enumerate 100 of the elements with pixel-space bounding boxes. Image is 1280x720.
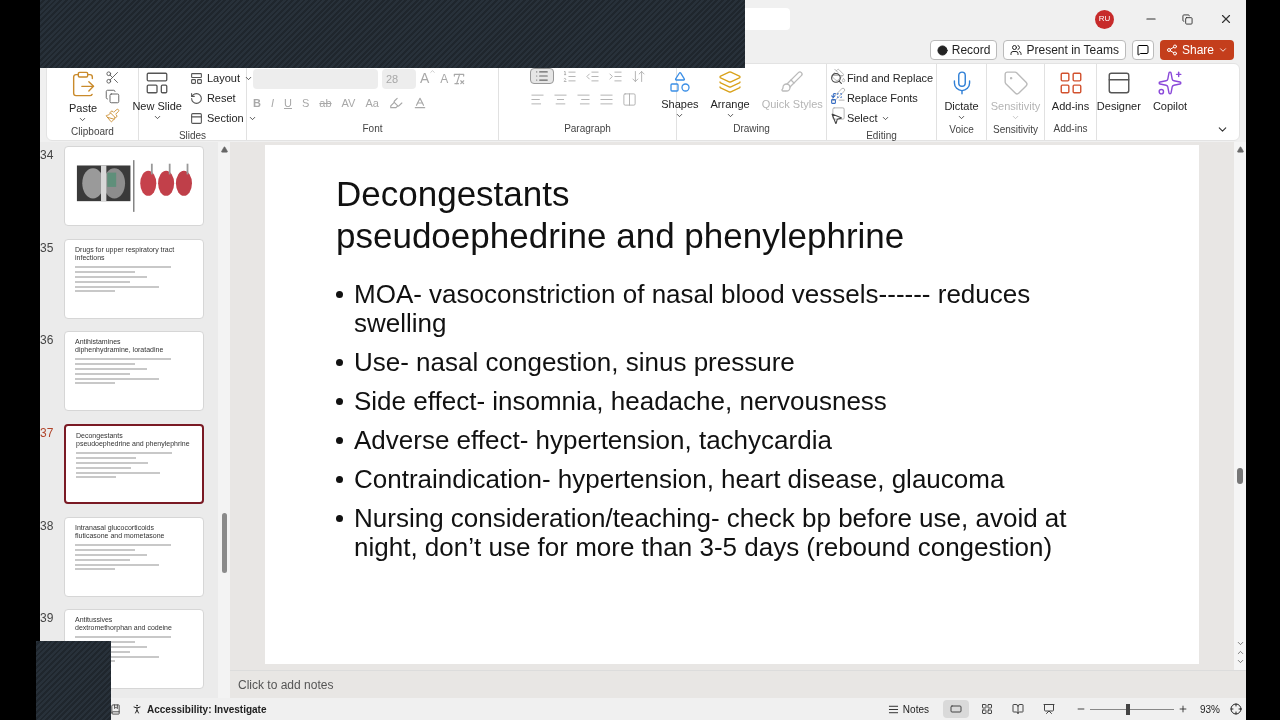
paintbrush-icon[interactable] [105,108,121,123]
caret-icon [675,111,685,120]
ribbon-button[interactable]: Copilot [1148,68,1192,113]
outline-icon[interactable] [830,87,846,102]
bullet-text[interactable]: Use- nasal congestion, sinus pressure [354,348,1114,377]
bullet-icon [336,515,343,522]
font-color-icon[interactable] [412,96,427,111]
caret-icon [78,115,88,124]
ribbon-button[interactable]: New Slide [128,68,186,122]
fit-slide-icon[interactable] [1230,703,1242,715]
ribbon-button[interactable]: Add-ins [1047,68,1094,113]
caret-icon [725,111,735,120]
align-left-icon[interactable] [529,92,545,107]
accessibility-button[interactable]: Accessibility: Investigate [131,701,267,717]
align-center-icon[interactable] [552,92,568,107]
group-label: Clipboard [70,125,115,139]
ribbon-button[interactable]: Select [829,108,934,128]
scissors-icon[interactable] [105,70,121,85]
people-icon [1010,44,1023,56]
present-in-teams-button[interactable]: Present in Teams [1003,40,1126,60]
comments-button[interactable] [1131,40,1154,60]
reading-view-icon [1012,703,1024,715]
bullets-button[interactable] [529,68,554,84]
zoom-slider-thumb[interactable] [1125,703,1130,715]
ribbon-button[interactable]: Find and Replace [829,68,934,88]
caret-icon [1218,45,1228,55]
notes-button[interactable]: Notes [887,701,929,717]
close-icon[interactable] [1219,12,1233,26]
justify-icon[interactable] [598,92,614,107]
layout-icon [189,71,203,85]
group-label: Editing [865,129,898,143]
scrollbar-thumb[interactable] [221,513,227,573]
columns-icon[interactable] [621,92,637,107]
effects-icon[interactable] [830,106,846,121]
ribbon-button[interactable]: Arrange [706,68,754,120]
slide-title[interactable]: Decongestants pseudoephedrine and phenylephrine [336,173,1199,257]
slide-thumbnail[interactable] [64,146,204,226]
ribbon-button[interactable]: Shapes [657,68,703,120]
numbering-icon[interactable] [561,68,577,84]
share-button[interactable]: Share [1159,40,1234,60]
slide-number: 38 [40,517,55,535]
record-button[interactable]: Record [929,40,998,60]
scroll-up-icon[interactable] [220,146,228,153]
align-right-icon[interactable] [575,92,591,107]
line-spacing-icon[interactable] [630,68,646,84]
bullet-text[interactable]: MOA- vasoconstriction of nasal blood vessels------ reduces swelling [354,280,1114,338]
accessibility-icon [131,703,143,715]
indent-decrease-icon[interactable] [584,68,600,84]
book-icon[interactable] [110,703,121,715]
tag-icon [1002,70,1029,96]
search-icon [829,71,843,85]
group-label: Drawing [732,122,771,136]
notes-icon [887,703,899,715]
ribbon-button[interactable]: Paste [64,68,102,124]
clear-formatting-icon[interactable] [452,71,467,86]
bullet-text[interactable]: Side effect- insomnia, headache, nervousness [354,387,1114,416]
bullet-text[interactable]: Nursing consideration/teaching- check bp before use, avoid at night, don’t use for more than 3-5 days (rebound congestion) [354,504,1114,562]
slide-number: 36 [40,332,55,350]
ribbon-button[interactable]: Layout [189,68,257,88]
bullet-text[interactable]: Contraindication- hypertension, heart disease, glaucoma [354,465,1114,494]
zoom-in-icon[interactable] [1178,704,1188,714]
copy-icon[interactable] [105,89,121,104]
scroll-up-icon[interactable] [1236,146,1244,153]
layers-icon [718,70,743,94]
zoom-level[interactable]: 93% [1200,701,1220,717]
group-label: Paragraph [563,122,612,136]
highlighter-icon[interactable] [388,96,403,111]
scrollbar-thumb[interactable] [1237,468,1243,484]
previous-slide-icon[interactable] [1235,648,1245,657]
comment-icon [1136,44,1149,56]
scrollbar[interactable] [1234,142,1246,670]
slideshow-view-icon [1043,703,1055,715]
restore-icon[interactable] [1182,13,1193,25]
caret-icon [1011,113,1020,122]
group-label: Add-ins [1052,122,1089,136]
account-avatar[interactable]: RU [1095,9,1114,29]
ribbon-button[interactable]: Dictate [940,68,983,122]
zoom-slider[interactable] [1090,703,1174,715]
scrollbar[interactable] [218,142,230,698]
brush-icon [780,70,805,94]
bullet-icon [336,398,343,405]
group-label: Sensitivity [993,123,1038,137]
reset-icon [189,91,203,105]
group-label: Font [361,122,384,136]
record-icon [936,44,948,56]
bullet-icon [336,359,343,366]
caret-icon [429,68,437,75]
section-icon [189,111,203,125]
slide-number: 35 [40,239,55,257]
normal-view-icon [950,703,962,715]
caret-icon [957,113,966,122]
scroll-down-icon[interactable] [1235,639,1245,648]
ribbon-button[interactable]: Replace Fonts [829,88,934,108]
indent-increase-icon[interactable] [607,68,623,84]
bullet-text[interactable]: Adverse effect- hypertension, tachycardia [354,426,1114,455]
slide-number: 39 [40,610,55,628]
fill-icon[interactable] [830,68,846,83]
sparkle-icon [1157,70,1183,96]
ribbon-button[interactable]: Designer [1092,68,1145,113]
next-slide-icon[interactable] [1235,657,1245,666]
